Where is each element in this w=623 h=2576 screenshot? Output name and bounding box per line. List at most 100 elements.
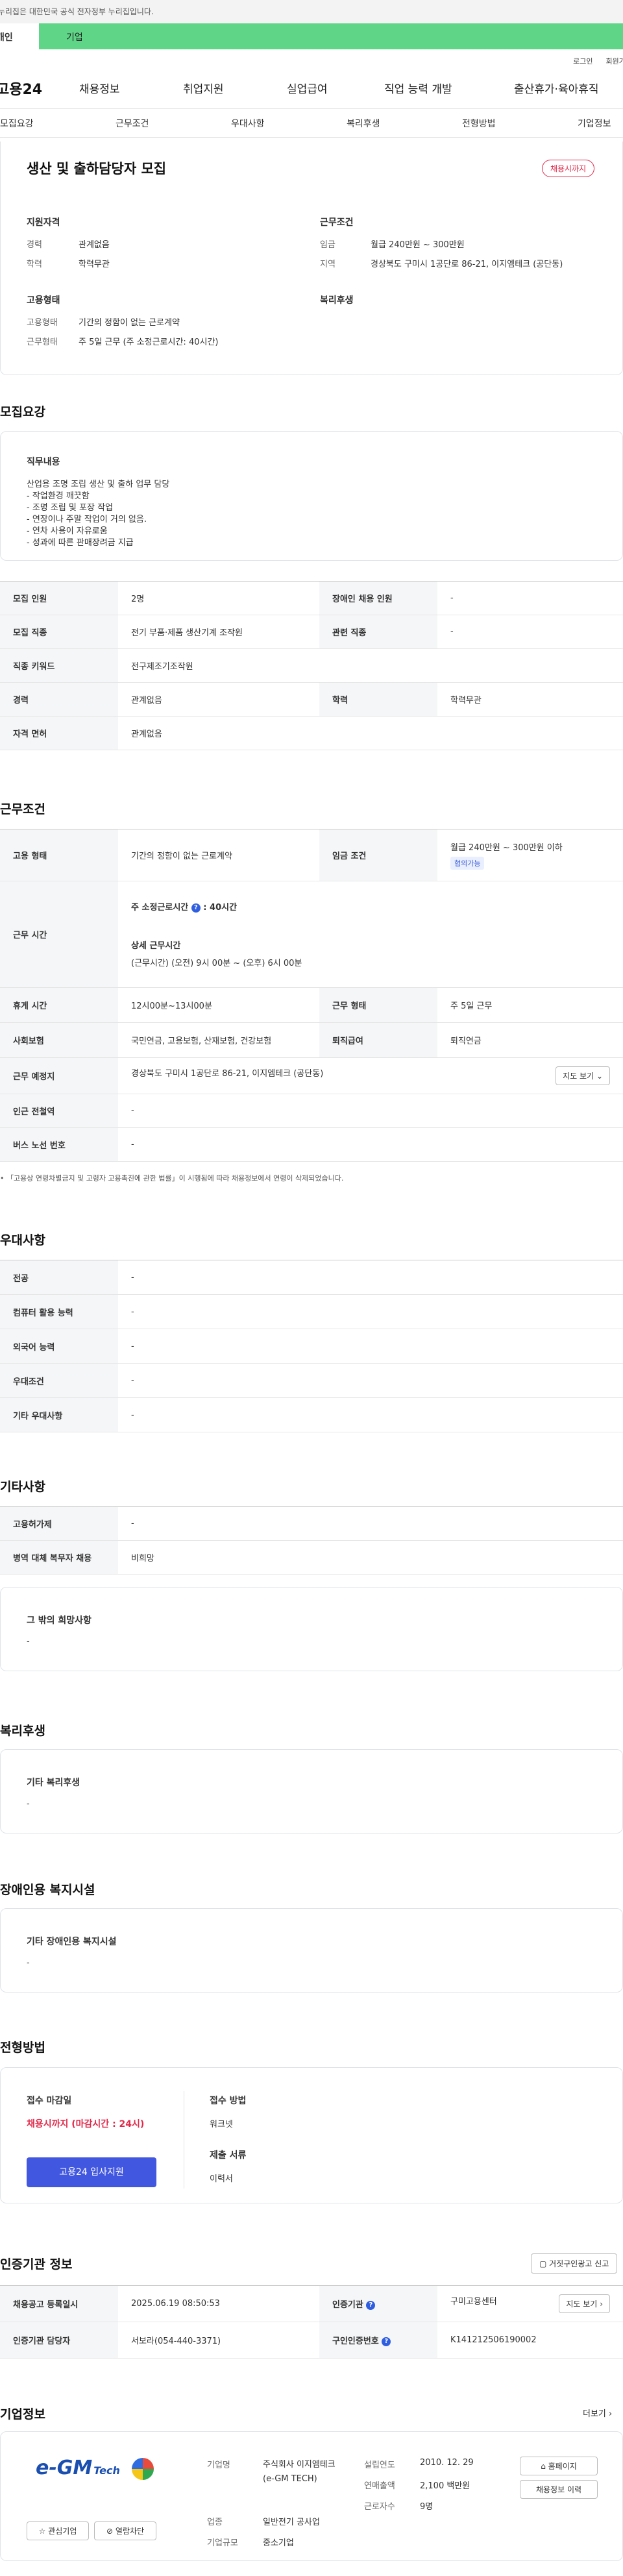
pref-etc-label: 기타 우대사항 (0, 1397, 118, 1432)
table-row: 전공 - (0, 1260, 623, 1295)
map-view-button[interactable]: 지도 보기 ⌄ (556, 1066, 610, 1085)
license-value: 관계없음 (118, 716, 623, 750)
detail-hours-heading: 상세 근무시간 (131, 941, 181, 951)
emptype-value: 기간의 정함이 없는 근로계약 (79, 318, 180, 328)
break-label: 휴게 시간 (0, 987, 118, 1023)
gnb-leave[interactable]: 출산휴가·육아휴직 (514, 80, 599, 96)
block-view-button[interactable]: ⊘ 열람차단 (94, 2521, 156, 2540)
agency-cell: 구미고용센터 지도 보기 › (437, 2285, 623, 2322)
reg-value: 2025.06.19 08:50:53 (118, 2285, 319, 2322)
manager-label: 인증기관 담당자 (0, 2322, 118, 2359)
help-icon[interactable]: ? (366, 2301, 376, 2310)
company-name-label: 기업명 (207, 2460, 230, 2470)
major-label: 전공 (0, 1260, 118, 1295)
wage-label: 임금 (320, 240, 336, 250)
welfare-sub-heading: 기타 복리후생 (27, 1778, 80, 1788)
table-row: 우대조건 - (0, 1363, 623, 1398)
portal-tabs: 개인 기업 (0, 23, 623, 49)
agency-map-button[interactable]: 지도 보기 › (559, 2294, 610, 2313)
job-title: 생산 및 출하담당자 모집 (27, 161, 167, 177)
pref-cond-label: 우대조건 (0, 1363, 118, 1398)
welfare-card: 기타 복리후생 - (0, 1749, 623, 1834)
founded-value: 2010. 12. 29 (420, 2458, 474, 2468)
selection-card: 접수 마감일 채용시까지 (마감시간 : 24시) 고용24 입사지원 접수 방… (0, 2067, 623, 2203)
anchor-company[interactable]: 기업정보 (578, 117, 611, 130)
agency-value: 구미고용센터 (450, 2297, 497, 2307)
job-desc-line: 산업용 조명 조립 생산 및 출하 업무 담당 (27, 480, 170, 489)
edu-label: 학력 (27, 260, 42, 269)
gnb-training[interactable]: 직업 능력 개발 (384, 80, 514, 96)
field-value: 전기 부품·제품 생산기계 조작원 (118, 615, 319, 649)
anchor-recruit[interactable]: 모집요강 (0, 117, 116, 130)
anchor-welfare[interactable]: 복리후생 (347, 117, 462, 130)
field-label: 모집 직종 (0, 615, 118, 649)
anchor-conditions[interactable]: 근무조건 (116, 117, 231, 130)
selection-heading: 전형방법 (0, 2041, 45, 2055)
deadline-label: 접수 마감일 (27, 2096, 72, 2106)
job-desc-line: - 연장이나 주말 작업이 거의 없음. (27, 515, 147, 524)
military-label: 병역 대체 복무자 채용 (0, 1540, 118, 1575)
homepage-button[interactable]: ⌂ 홈페이지 (520, 2457, 598, 2475)
table-row: 휴게 시간 12시00분~13시00분 근무 형태 주 5일 근무 (0, 987, 623, 1023)
history-button[interactable]: 채용정보 이력 (520, 2480, 598, 2499)
company-more-link[interactable]: 더보기 › (583, 2407, 612, 2419)
headcount-value: 2명 (118, 581, 319, 615)
util-links: 로그인 회원가입 (0, 49, 623, 67)
wage-cell: 월급 240만원 ~ 300만원 이하 협의가능 (437, 829, 623, 881)
industry-label: 업종 (207, 2518, 223, 2527)
job-summary-card: 생산 및 출하담당자 모집 채용시까지 지원자격 경력 관계없음 학력 학력무관… (0, 141, 623, 375)
gnb-support[interactable]: 취업지원 (183, 80, 287, 96)
permit-value: - (118, 1506, 623, 1541)
etc-table: 고용허가제 - 병역 대체 복무자 채용 비희망 (0, 1506, 623, 1575)
qual-heading: 지원자격 (27, 217, 60, 228)
other-wishes-value: - (27, 1637, 30, 1647)
company-logo: e-GM Tech (36, 2457, 154, 2489)
headcount-label: 모집 인원 (0, 581, 118, 615)
pref-cond-value: - (118, 1363, 623, 1398)
table-row: 인근 전철역 - (0, 1094, 623, 1128)
place-label: 근무 예정지 (0, 1057, 118, 1094)
career-label: 경력 (27, 240, 42, 250)
place-value: 경상북도 구미시 1공단로 86-21, 이지엠테크 (공단동) (131, 1069, 324, 1079)
apply-button[interactable]: 고용24 입사지원 (27, 2157, 156, 2187)
major-value: - (118, 1260, 623, 1295)
gnb-jobs[interactable]: 채용정보 (79, 80, 183, 96)
job-description-card: 직무내용 산업용 조명 조립 생산 및 출하 업무 담당 - 작업환경 깨끗함 … (0, 431, 623, 561)
table-row: 고용 형태 기간의 정함이 없는 근로계약 임금 조건 월급 240만원 ~ 3… (0, 829, 623, 881)
career-value: 관계없음 (79, 240, 110, 250)
conditions-heading: 근무조건 (0, 802, 45, 816)
etc-heading: 기타사항 (0, 1480, 45, 1494)
disabled-value: - (437, 581, 623, 615)
deadline-badge: 채용시까지 (542, 160, 595, 177)
language-value: - (118, 1329, 623, 1364)
tab-company[interactable]: 기업 (39, 23, 623, 49)
table-row: 채용공고 등록일시 2025.06.19 08:50:53 인증기관 ? 구미고… (0, 2285, 623, 2322)
site-logo[interactable]: 고용24 (0, 78, 79, 99)
language-label: 외국어 능력 (0, 1329, 118, 1364)
wage-value: 월급 240만원 ~ 300만원 (371, 240, 465, 250)
worktype-value: 주 5일 근무 (주 소정근로시간: 40시간) (79, 337, 219, 347)
location-value: 경상북도 구미시 1공단로 86-21, 이지엠테크 (공단동) (371, 260, 563, 269)
gov-notice-bar: 이 누리집은 대한민국 공식 전자정부 누리집입니다. (0, 0, 623, 23)
report-fake-ad-button[interactable]: ▢ 거짓구인광고 신고 (531, 2253, 618, 2274)
anchor-selection[interactable]: 전형방법 (462, 117, 578, 130)
interest-company-button[interactable]: ☆ 관심기업 (27, 2521, 89, 2540)
bus-label: 버스 노선 번호 (0, 1127, 118, 1162)
staff-label: 근로자수 (364, 2502, 395, 2512)
staff-value: 9명 (420, 2502, 434, 2512)
tab-personal[interactable]: 개인 (0, 23, 39, 49)
help-icon[interactable]: ? (191, 903, 201, 913)
table-row: 기타 우대사항 - (0, 1397, 623, 1432)
company-name-value: 주식회사 이지엠테크 (e-GM TECH) (263, 2460, 336, 2484)
login-link[interactable]: 로그인 (573, 56, 592, 67)
emptype-row-value: 기간의 정함이 없는 근로계약 (118, 829, 319, 881)
wage-negotiable-tag: 협의가능 (450, 857, 485, 870)
worktype-label: 근무형태 (27, 337, 58, 347)
gnb-benefit[interactable]: 실업급여 (287, 80, 384, 96)
signup-link[interactable]: 회원가입 (606, 56, 623, 67)
help-icon[interactable]: ? (382, 2337, 391, 2346)
weekly-hours: 주 소정근로시간 ? : 40시간 (131, 903, 238, 913)
anchor-preference[interactable]: 우대사항 (231, 117, 347, 130)
emptype-row-label: 고용 형태 (0, 829, 118, 881)
company-logo-sub: Tech (93, 2464, 120, 2477)
